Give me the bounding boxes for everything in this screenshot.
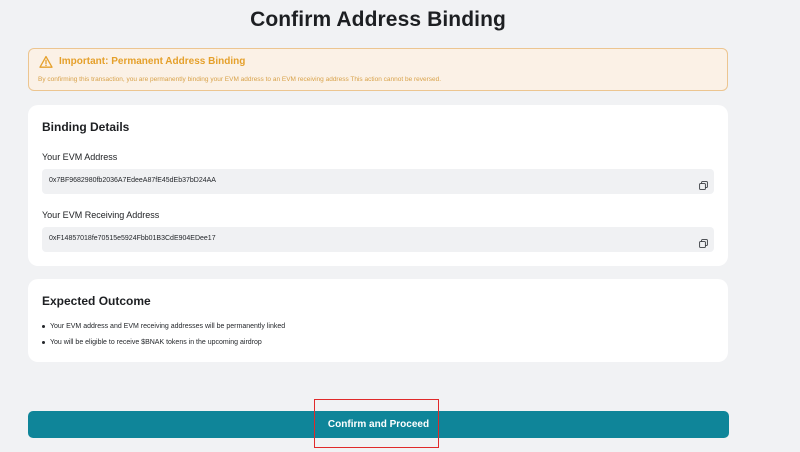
outcome-list: Your EVM address and EVM receiving addre…	[42, 322, 285, 354]
list-item: You will be eligible to receive $BNAK to…	[42, 338, 285, 354]
copy-icon[interactable]	[699, 177, 708, 190]
list-item: Your EVM address and EVM receiving addre…	[42, 322, 285, 338]
copy-icon[interactable]	[699, 235, 708, 248]
warning-triangle-icon	[39, 55, 53, 69]
binding-details-card: Binding Details Your EVM Address 0x7BF96…	[28, 105, 728, 266]
warning-banner: Important: Permanent Address Binding By …	[28, 48, 728, 91]
outcome-text: You will be eligible to receive $BNAK to…	[50, 339, 262, 346]
outcome-text: Your EVM address and EVM receiving addre…	[50, 323, 286, 330]
expected-outcome-card: Expected Outcome Your EVM address and EV…	[28, 279, 728, 362]
bullet-icon	[42, 341, 45, 344]
evm-address-field: 0x7BF9682980fb2036A7EdeeA87fE45dEb37bD24…	[42, 169, 714, 194]
binding-details-heading: Binding Details	[42, 120, 130, 134]
warning-title: Important: Permanent Address Binding	[59, 56, 246, 67]
bullet-icon	[42, 325, 45, 328]
evm-address-value: 0x7BF9682980fb2036A7EdeeA87fE45dEb37bD24…	[49, 177, 216, 184]
confirm-and-proceed-button[interactable]: Confirm and Proceed	[28, 411, 729, 438]
warning-text: By confirming this transaction, you are …	[38, 76, 442, 83]
receiving-address-value: 0xF14857018fe70515e5924Fbb01B3CdE904EDee…	[49, 235, 216, 242]
receiving-address-label: Your EVM Receiving Address	[42, 210, 160, 220]
expected-outcome-heading: Expected Outcome	[42, 294, 151, 308]
evm-address-label: Your EVM Address	[42, 152, 118, 162]
receiving-address-field: 0xF14857018fe70515e5924Fbb01B3CdE904EDee…	[42, 227, 714, 252]
page-title: Confirm Address Binding	[250, 8, 506, 31]
